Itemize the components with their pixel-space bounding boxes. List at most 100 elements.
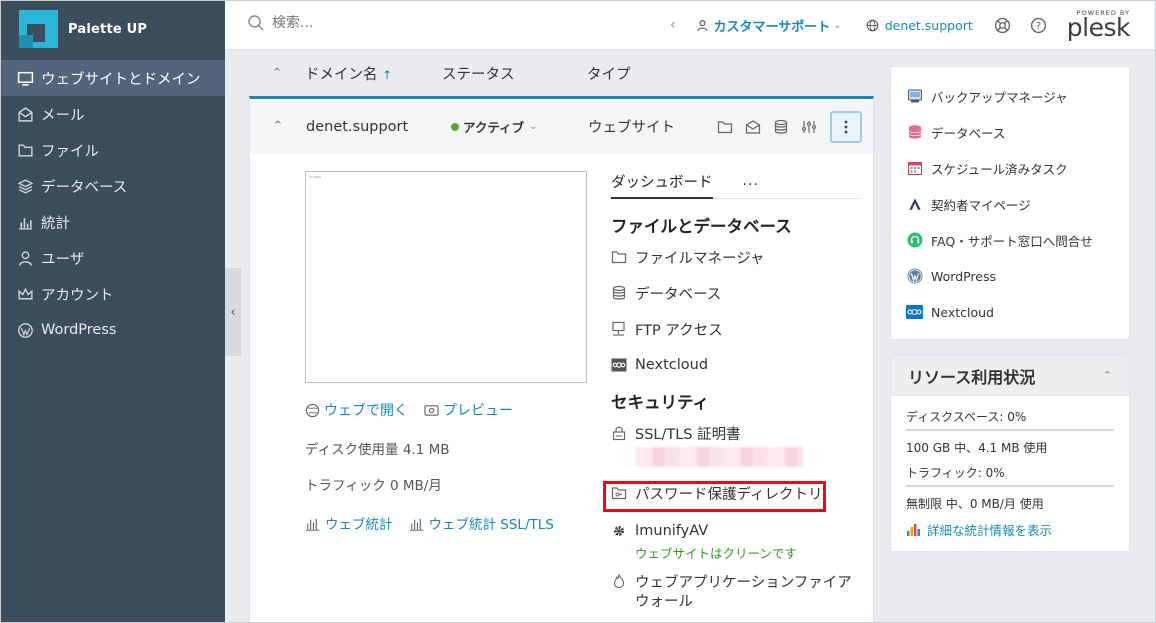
subscription-domain-link[interactable]: denet.support	[866, 18, 973, 33]
a-logo-icon	[908, 198, 921, 210]
tab-more[interactable]: ···	[743, 177, 759, 193]
sidebar-item-users[interactable]: ユーザ	[0, 240, 225, 276]
waf-label-continued: ウォール	[635, 594, 693, 610]
sidebar-item-label: ファイル	[41, 143, 99, 160]
resource-usage-header[interactable]: リソース利用状況 ⌃	[891, 356, 1129, 396]
sidebar-item-websites[interactable]: ウェブサイトとドメイン	[0, 60, 225, 96]
wordpress-link[interactable]: WordPress	[906, 258, 1129, 294]
backup-manager-label: バックアップマネージャ	[931, 89, 1068, 105]
chevron-left-icon[interactable]: ‹	[670, 17, 676, 33]
lock-icon	[612, 426, 626, 441]
column-type[interactable]: タイプ	[587, 63, 631, 84]
disk-space-detail: 100 GB 中、4.1 MB 使用	[906, 441, 1048, 455]
user-icon	[697, 19, 708, 31]
scheduled-tasks-link[interactable]: スケジュール済みタスク	[906, 150, 1129, 186]
crown-icon	[18, 287, 33, 299]
nextcloud-link[interactable]: Nextcloud	[906, 294, 1129, 330]
web-stats-link[interactable]: ウェブ統計	[305, 513, 393, 533]
ftp-access-link[interactable]: FTP アクセス	[611, 311, 859, 347]
sidebar-item-mail[interactable]: メール	[0, 96, 225, 132]
web-stats-ssl-label: ウェブ統計 SSL/TLS	[428, 517, 554, 533]
nextcloud-link[interactable]: Nextcloud	[611, 347, 859, 383]
chevron-left-icon: ‹	[230, 304, 236, 320]
sidebar-item-files[interactable]: ファイル	[0, 132, 225, 168]
user-menu-label: カスタマーサポート	[713, 19, 831, 35]
sliders-icon[interactable]	[800, 119, 818, 135]
kebab-menu-icon	[844, 120, 848, 133]
traffic-label: トラフィック: 0%	[906, 466, 1005, 480]
traffic-bar	[906, 485, 1114, 487]
chevron-up-icon[interactable]: ⌃	[250, 119, 306, 134]
detailed-stats-link[interactable]: 詳細な統計情報を表示	[906, 520, 1114, 539]
mail-icon	[18, 106, 33, 122]
wordpress-icon	[907, 268, 922, 284]
website-thumbnail[interactable]: ▫ ▫▫▫	[305, 171, 587, 383]
colored-bar-chart-icon	[907, 524, 920, 536]
database-icon	[612, 285, 626, 300]
waf-link[interactable]: ウェブアプリケーションファイア	[611, 570, 859, 592]
collapse-all-icon[interactable]: ⌃	[249, 66, 305, 81]
status-dropdown[interactable]: アクティブ ⌄	[451, 117, 588, 136]
disk-space-label: ディスクスペース: 0%	[906, 410, 1027, 424]
faq-support-link[interactable]: FAQ・サポート窓口へ問合せ	[906, 222, 1129, 258]
databases-link[interactable]: データベース	[906, 114, 1129, 150]
customer-mypage-link[interactable]: 契約者マイページ	[906, 186, 1129, 222]
faq-support-label: FAQ・サポート窓口へ問合せ	[931, 233, 1093, 249]
sidebar-item-account[interactable]: アカウント	[0, 276, 225, 312]
more-actions-button[interactable]	[830, 110, 862, 143]
column-domain-label: ドメイン名	[305, 66, 378, 83]
folder-icon[interactable]	[716, 119, 734, 135]
headset-icon	[907, 232, 922, 248]
wordpress-icon	[18, 322, 33, 338]
folder-icon	[18, 143, 33, 157]
plesk-wordmark: plesk	[1066, 13, 1131, 43]
file-manager-link[interactable]: ファイルマネージャ	[611, 239, 859, 275]
brand[interactable]: Palette UP	[0, 0, 225, 58]
globe-icon	[866, 19, 878, 31]
help-button[interactable]: ?	[1029, 15, 1049, 35]
backup-manager-link[interactable]: バックアップマネージャ	[906, 78, 1129, 114]
web-stats-ssl-link[interactable]: ウェブ統計 SSL/TLS	[409, 513, 554, 533]
ssl-tls-label: SSL/TLS 証明書	[635, 426, 741, 443]
tab-dashboard[interactable]: ダッシュボード	[611, 171, 713, 199]
domain-name[interactable]: denet.support	[306, 119, 451, 135]
domains-list: ⌃ ドメイン名 ↑ ステータス タイプ ⌃ denet.support アクティ…	[249, 50, 874, 623]
sidebar-item-databases[interactable]: データベース	[0, 168, 225, 204]
help-center-button[interactable]	[993, 15, 1013, 35]
list-header: ⌃ ドメイン名 ↑ ステータス タイプ	[249, 50, 874, 96]
search-input[interactable]	[272, 15, 572, 31]
search-box[interactable]	[247, 14, 572, 32]
domain-row[interactable]: ⌃ denet.support アクティブ ⌄ ウェブサイト	[250, 99, 873, 154]
status-dot-icon	[451, 122, 459, 131]
mail-icon[interactable]	[744, 119, 762, 135]
bar-chart-icon	[409, 518, 423, 531]
lifebuoy-icon	[995, 17, 1011, 33]
calendar-icon	[907, 162, 922, 175]
status-label: アクティブ	[463, 120, 525, 135]
search-icon	[248, 15, 264, 31]
thumbnail-caption: ▫ ▫▫▫	[309, 174, 322, 179]
database-icon[interactable]	[772, 119, 790, 135]
palette-up-logo-icon	[19, 10, 58, 48]
wordpress-label: WordPress	[931, 268, 997, 284]
quick-links-panel: バックアップマネージャ データベース スケジュール済みタスク 契約者マイページ …	[890, 66, 1130, 340]
column-status[interactable]: ステータス	[442, 63, 587, 84]
domain-label: denet.support	[884, 17, 973, 33]
column-domain-name[interactable]: ドメイン名 ↑	[305, 63, 442, 84]
open-in-web-link[interactable]: ウェブで開く	[305, 400, 408, 420]
user-menu[interactable]: カスタマーサポート ⌄	[696, 16, 842, 35]
sidebar-nav: ウェブサイトとドメイン メール ファイル データベース 統計 ユーザ アカウント	[0, 60, 225, 348]
user-icon	[18, 250, 33, 266]
ssl-tls-link[interactable]: SSL/TLS 証明書	[611, 415, 859, 451]
sidebar-item-wordpress[interactable]: WordPress	[0, 312, 225, 348]
backup-icon	[907, 89, 922, 103]
sidebar: Palette UP ウェブサイトとドメイン メール ファイル データベース 統…	[0, 0, 225, 623]
preview-link[interactable]: プレビュー	[424, 400, 513, 420]
open-in-web-label: ウェブで開く	[324, 403, 408, 419]
chevron-down-icon: ⌄	[833, 19, 842, 31]
highlight-box	[603, 481, 826, 512]
sidebar-item-statistics[interactable]: 統計	[0, 204, 225, 240]
chevron-up-icon[interactable]: ⌃	[1103, 369, 1112, 382]
sidebar-collapse-button[interactable]: ‹	[225, 268, 241, 356]
databases-link[interactable]: データベース	[611, 275, 859, 311]
